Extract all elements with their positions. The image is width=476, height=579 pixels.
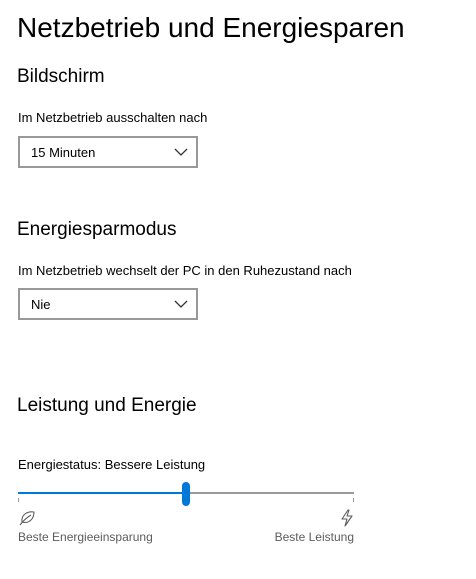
- chevron-down-icon: [174, 148, 188, 156]
- chevron-down-icon: [174, 300, 188, 308]
- lightning-bolt-icon: [341, 509, 353, 527]
- power-status-label: Energiestatus: Bessere Leistung: [18, 457, 206, 472]
- power-mode-slider[interactable]: [18, 482, 354, 506]
- screen-timeout-label: Im Netzbetrieb ausschalten nach: [18, 110, 208, 125]
- slider-min-label: Beste Energieeinsparung: [18, 530, 153, 544]
- slider-thumb[interactable]: [182, 482, 190, 506]
- screen-timeout-value: 15 Minuten: [31, 145, 96, 160]
- leaf-icon: [19, 511, 35, 526]
- section-title-screen: Bildschirm: [17, 66, 105, 87]
- slider-track-fill: [18, 492, 186, 494]
- sleep-timeout-label: Im Netzbetrieb wechselt der PC in den Ru…: [18, 263, 352, 278]
- slider-tick-min: [18, 498, 19, 502]
- slider-tick-max: [353, 498, 354, 502]
- page-title: Netzbetrieb und Energiesparen: [17, 12, 405, 43]
- section-title-sleep: Energiesparmodus: [17, 219, 177, 240]
- sleep-timeout-dropdown[interactable]: Nie: [18, 288, 198, 320]
- section-title-performance: Leistung und Energie: [17, 395, 197, 416]
- screen-timeout-dropdown[interactable]: 15 Minuten: [18, 136, 198, 168]
- slider-max-label: Beste Leistung: [274, 530, 354, 544]
- sleep-timeout-value: Nie: [31, 297, 51, 312]
